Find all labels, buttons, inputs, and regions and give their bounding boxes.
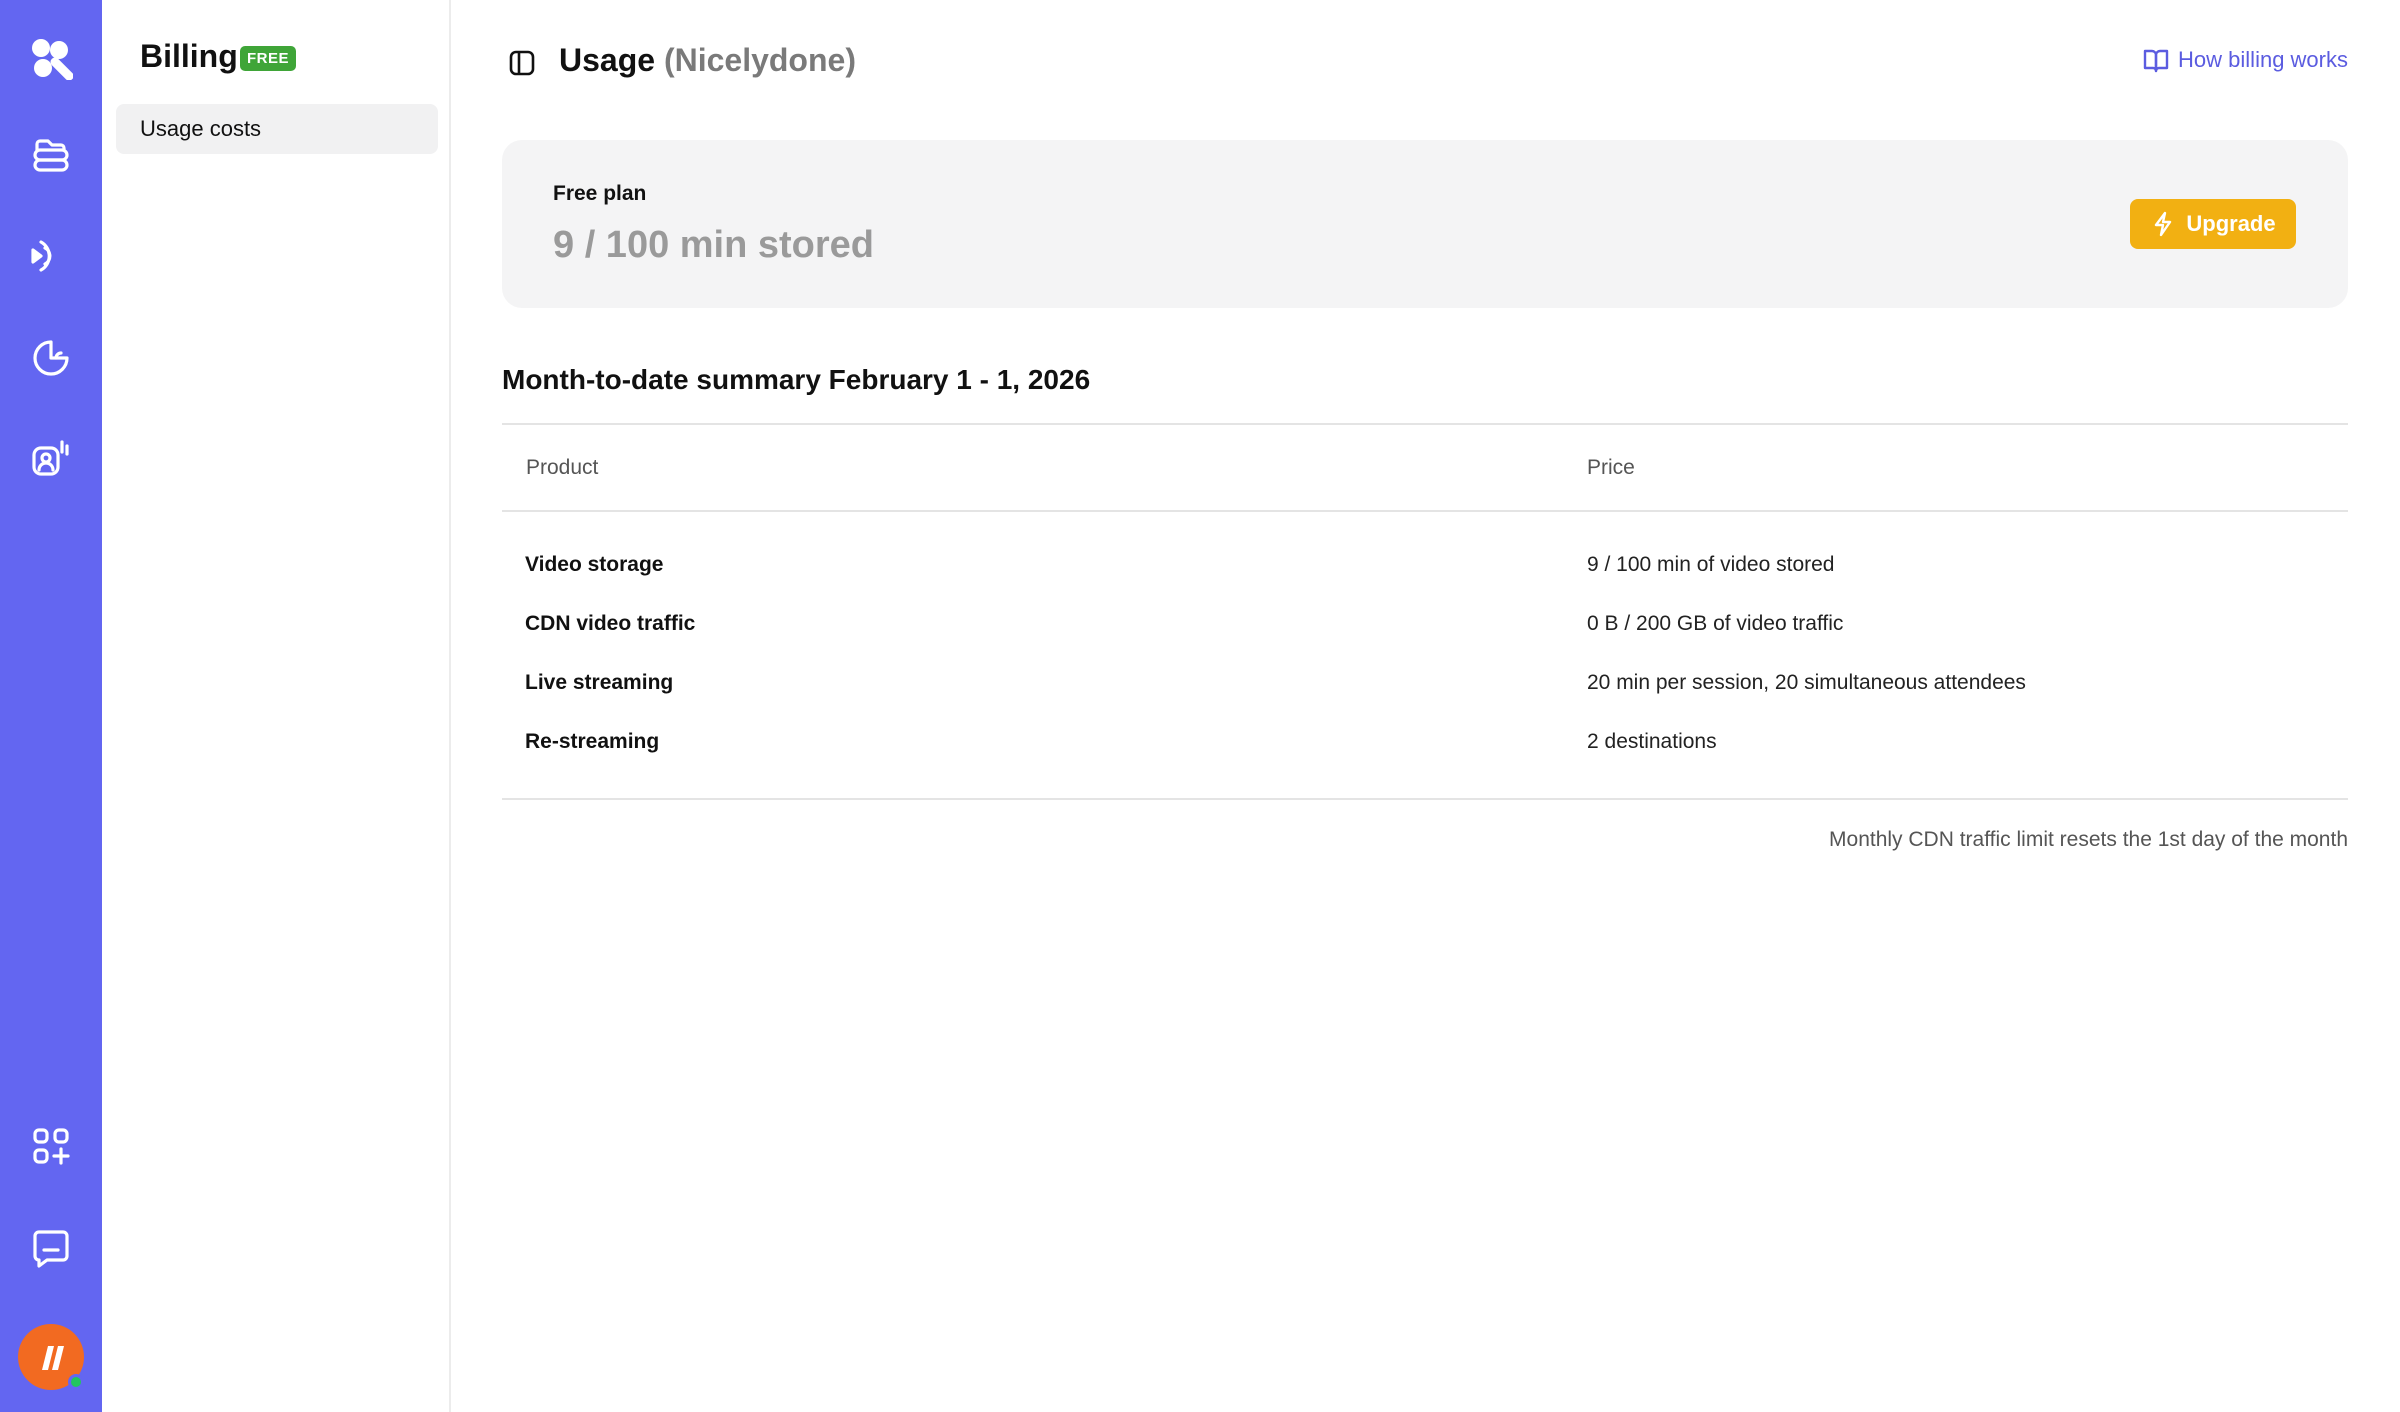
table-body: Video storage 9 / 100 min of video store… bbox=[502, 512, 2348, 800]
price-cell: 2 destinations bbox=[1587, 729, 1717, 753]
product-cell: Video storage bbox=[525, 552, 664, 576]
plan-usage-value: 9 / 100 min stored bbox=[553, 224, 875, 266]
column-header-price: Price bbox=[1587, 455, 1635, 479]
how-billing-works-link[interactable]: How billing works bbox=[2142, 46, 2348, 74]
sidebar-title: Billing bbox=[140, 38, 238, 74]
table-row: Video storage 9 / 100 min of video store… bbox=[502, 535, 2348, 594]
chat-icon[interactable] bbox=[25, 1222, 77, 1274]
table-row: CDN video traffic 0 B / 200 GB of video … bbox=[502, 594, 2348, 653]
help-link-label: How billing works bbox=[2178, 47, 2348, 72]
billing-sidebar: Billing FREE Usage costs bbox=[102, 0, 451, 1412]
lightning-icon bbox=[2155, 211, 2172, 237]
table-row: Re-streaming 2 destinations bbox=[502, 712, 2348, 771]
page-title: Usage (Nicelydone) bbox=[559, 42, 856, 79]
plan-label: Free plan bbox=[553, 182, 647, 205]
table-header: Product Price bbox=[502, 423, 2348, 512]
apps-icon[interactable] bbox=[25, 1120, 77, 1172]
product-cell: Re-streaming bbox=[525, 729, 660, 753]
price-cell: 0 B / 200 GB of video traffic bbox=[1587, 611, 1844, 635]
avatar-logo-icon bbox=[42, 1346, 64, 1370]
product-cell: Live streaming bbox=[525, 670, 674, 694]
videos-icon[interactable] bbox=[25, 130, 77, 182]
upgrade-button[interactable]: Upgrade bbox=[2130, 199, 2296, 249]
toggle-sidebar-icon[interactable] bbox=[507, 48, 537, 78]
book-icon bbox=[2143, 49, 2169, 73]
cdn-reset-note: Monthly CDN traffic limit resets the 1st… bbox=[1829, 828, 2348, 851]
upgrade-button-label: Upgrade bbox=[2186, 211, 2276, 236]
price-cell: 20 min per session, 20 simultaneous atte… bbox=[1587, 670, 2026, 694]
avatar[interactable] bbox=[18, 1324, 84, 1390]
workspace-name: (Nicelydone) bbox=[663, 42, 856, 78]
page-title-main: Usage bbox=[559, 42, 656, 78]
table-row: Live streaming 20 min per session, 20 si… bbox=[502, 653, 2348, 712]
online-status-dot bbox=[68, 1374, 84, 1390]
usage-table: Product Price Video storage 9 / 100 min … bbox=[502, 423, 2348, 800]
engagement-icon[interactable] bbox=[25, 432, 77, 484]
live-icon[interactable] bbox=[25, 230, 77, 282]
plan-badge: FREE bbox=[240, 46, 297, 71]
analytics-icon[interactable] bbox=[25, 332, 77, 384]
icon-rail bbox=[0, 0, 102, 1412]
main-content: Usage (Nicelydone) How billing works Fre… bbox=[451, 0, 2400, 1412]
sidebar-item-usage-costs[interactable]: Usage costs bbox=[116, 104, 438, 154]
plan-card: Free plan 9 / 100 min stored Upgrade bbox=[502, 140, 2348, 308]
product-cell: CDN video traffic bbox=[525, 611, 696, 635]
logo-icon[interactable] bbox=[25, 32, 77, 84]
price-cell: 9 / 100 min of video stored bbox=[1587, 552, 1835, 576]
summary-title: Month-to-date summary February 1 - 1, 20… bbox=[502, 364, 1091, 395]
column-header-product: Product bbox=[526, 455, 599, 479]
